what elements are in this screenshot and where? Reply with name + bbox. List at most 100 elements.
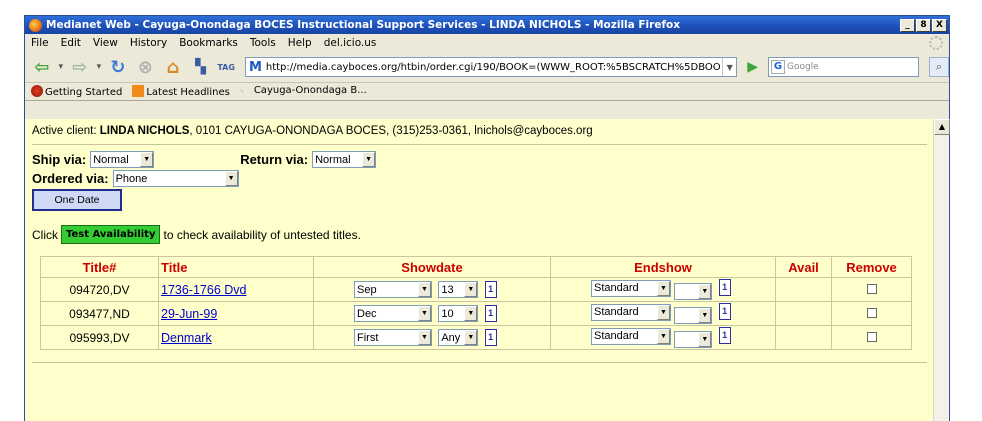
menu-history[interactable]: History [130, 37, 167, 49]
bookmark-window-icon[interactable]: ▚ [190, 56, 212, 78]
chevron-down-icon[interactable]: ▼ [657, 328, 670, 344]
calendar-icon[interactable]: 1 [718, 327, 731, 345]
window-title: Medianet Web - Cayuga-Onondaga BOCES Ins… [46, 19, 681, 31]
search-box[interactable]: G Google [767, 57, 920, 77]
client-details: , 0101 CAYUGA-ONONDAGA BOCES, (315)253-0… [189, 125, 593, 137]
url-text[interactable]: http://media.cayboces.org/htbin/order.cg… [266, 62, 722, 73]
menu-bar: File Edit View History Bookmarks Tools H… [25, 34, 949, 52]
endshow-date-select[interactable]: ▼ [674, 330, 713, 348]
menu-delicious[interactable]: del.icio.us [324, 37, 377, 49]
forward-dropdown-icon[interactable]: ▾ [97, 62, 102, 72]
header-avail: Avail [775, 256, 832, 278]
vertical-scrollbar[interactable]: ▲ [933, 119, 950, 421]
showdate-month-select[interactable]: Sep ▼ [354, 281, 432, 299]
one-date-button[interactable]: One Date [32, 189, 122, 211]
endshow-date-select[interactable]: ▼ [674, 306, 713, 324]
chevron-down-icon[interactable]: ▼ [698, 307, 712, 323]
divider [32, 144, 927, 145]
bookmark-getting-started[interactable]: Getting Started [31, 85, 122, 98]
maximize-button[interactable]: 8 [916, 18, 931, 32]
stop-icon[interactable]: ⊗ [135, 56, 157, 78]
search-placeholder: Google [786, 62, 819, 72]
title-bar: Medianet Web - Cayuga-Onondaga BOCES Ins… [25, 16, 949, 34]
header-remove: Remove [831, 256, 912, 278]
chevron-down-icon[interactable]: ▼ [224, 171, 238, 186]
endshow-type-select[interactable]: Standard ▼ [591, 327, 671, 345]
site-favicon-icon: M [248, 59, 262, 75]
header-showdate: Showdate [313, 256, 551, 278]
close-button[interactable]: X [932, 18, 947, 32]
avail-cell [775, 325, 832, 350]
bookmark-cayuga-onondaga[interactable]: ⸌ Cayuga-Onondaga B... [240, 85, 367, 99]
menu-file[interactable]: File [31, 37, 49, 49]
divider [32, 362, 927, 363]
table-row: 094720,DV 1736-1766 Dvd Sep ▼ 13 ▼ 1 Stand… [40, 277, 912, 302]
chevron-down-icon[interactable]: ▼ [464, 330, 478, 346]
go-icon[interactable]: ▶ [747, 59, 758, 75]
calendar-icon[interactable]: 1 [484, 304, 497, 322]
table-row: 093477,ND 29-Jun-99 Dec ▼ 10 ▼ 1 Standard ▼… [40, 301, 912, 326]
ship-via-select[interactable]: Normal ▼ [90, 151, 155, 168]
endshow-type-select[interactable]: Standard ▼ [591, 279, 671, 297]
chevron-down-icon[interactable]: ▼ [657, 304, 670, 320]
chevron-down-icon[interactable]: ▼ [698, 331, 712, 347]
chevron-down-icon[interactable]: ▼ [140, 152, 154, 167]
showdate-month-select[interactable]: Dec ▼ [354, 305, 432, 323]
chevron-down-icon[interactable]: ▼ [464, 306, 478, 322]
chevron-down-icon[interactable]: ▼ [418, 330, 431, 346]
remove-checkbox[interactable] [866, 307, 877, 318]
calendar-icon[interactable]: 1 [718, 303, 731, 321]
avail-cell [775, 277, 832, 302]
chevron-down-icon[interactable]: ▼ [657, 280, 670, 296]
calendar-icon[interactable]: 1 [718, 279, 731, 297]
test-availability-button[interactable]: Test Availability [61, 225, 161, 244]
ordered-via-label: Ordered via: [32, 171, 109, 186]
showdate-month-select[interactable]: First ▼ [354, 329, 432, 347]
calendar-icon[interactable]: 1 [484, 328, 497, 346]
url-history-dropdown-icon[interactable]: ▼ [722, 58, 736, 76]
endshow-type-select[interactable]: Standard ▼ [591, 303, 671, 321]
tag-icon[interactable]: TAG [217, 63, 235, 72]
search-icon[interactable]: ⌕ [929, 57, 949, 77]
menu-edit[interactable]: Edit [61, 37, 81, 49]
menu-bookmarks[interactable]: Bookmarks [179, 37, 238, 49]
title-link[interactable]: Denmark [161, 331, 212, 345]
bookmarks-toolbar: Getting Started Latest Headlines ⸌ Cayuga… [25, 82, 949, 101]
home-icon[interactable]: ⌂ [162, 56, 184, 78]
chevron-down-icon[interactable]: ▼ [464, 282, 478, 298]
title-number: 093477,ND [40, 301, 159, 326]
table-row: 095993,DV Denmark First ▼ Any ▼ 1 Standard… [40, 325, 912, 350]
menu-tools[interactable]: Tools [250, 37, 276, 49]
title-number: 095993,DV [40, 325, 159, 350]
forward-icon[interactable]: ⇨ [69, 56, 91, 78]
scroll-up-icon[interactable]: ▲ [934, 119, 950, 135]
page-icon: ⸌ [239, 87, 244, 97]
minimize-button[interactable]: _ [900, 18, 915, 32]
page-content: Active client: LINDA NICHOLS, 0101 CAYUG… [25, 119, 935, 421]
active-client-line: Active client: LINDA NICHOLS, 0101 CAYUG… [32, 125, 593, 137]
google-icon[interactable]: G [770, 60, 785, 74]
ordered-via-select[interactable]: Phone ▼ [112, 170, 239, 187]
back-dropdown-icon[interactable]: ▾ [59, 62, 64, 72]
menu-view[interactable]: View [93, 37, 118, 49]
reload-icon[interactable]: ↻ [107, 56, 129, 78]
address-bar[interactable]: M http://media.cayboces.org/htbin/order.… [244, 57, 738, 77]
remove-checkbox[interactable] [866, 331, 877, 342]
chevron-down-icon[interactable]: ▼ [418, 306, 431, 322]
showdate-day-select[interactable]: 13 ▼ [438, 281, 479, 299]
title-link[interactable]: 1736-1766 Dvd [161, 283, 246, 297]
showdate-day-select[interactable]: 10 ▼ [438, 305, 479, 323]
return-via-select[interactable]: Normal ▼ [312, 151, 377, 168]
calendar-icon[interactable]: 1 [484, 280, 497, 298]
title-number: 094720,DV [40, 277, 159, 302]
endshow-date-select[interactable]: ▼ [674, 282, 713, 300]
chevron-down-icon[interactable]: ▼ [362, 152, 376, 167]
title-link[interactable]: 29-Jun-99 [161, 307, 217, 321]
remove-checkbox[interactable] [866, 283, 877, 294]
chevron-down-icon[interactable]: ▼ [698, 283, 712, 299]
showdate-day-select[interactable]: Any ▼ [438, 329, 479, 347]
chevron-down-icon[interactable]: ▼ [418, 282, 431, 298]
menu-help[interactable]: Help [288, 37, 312, 49]
bookmark-latest-headlines[interactable]: Latest Headlines [132, 85, 230, 98]
back-icon[interactable]: ⇦ [31, 56, 53, 78]
